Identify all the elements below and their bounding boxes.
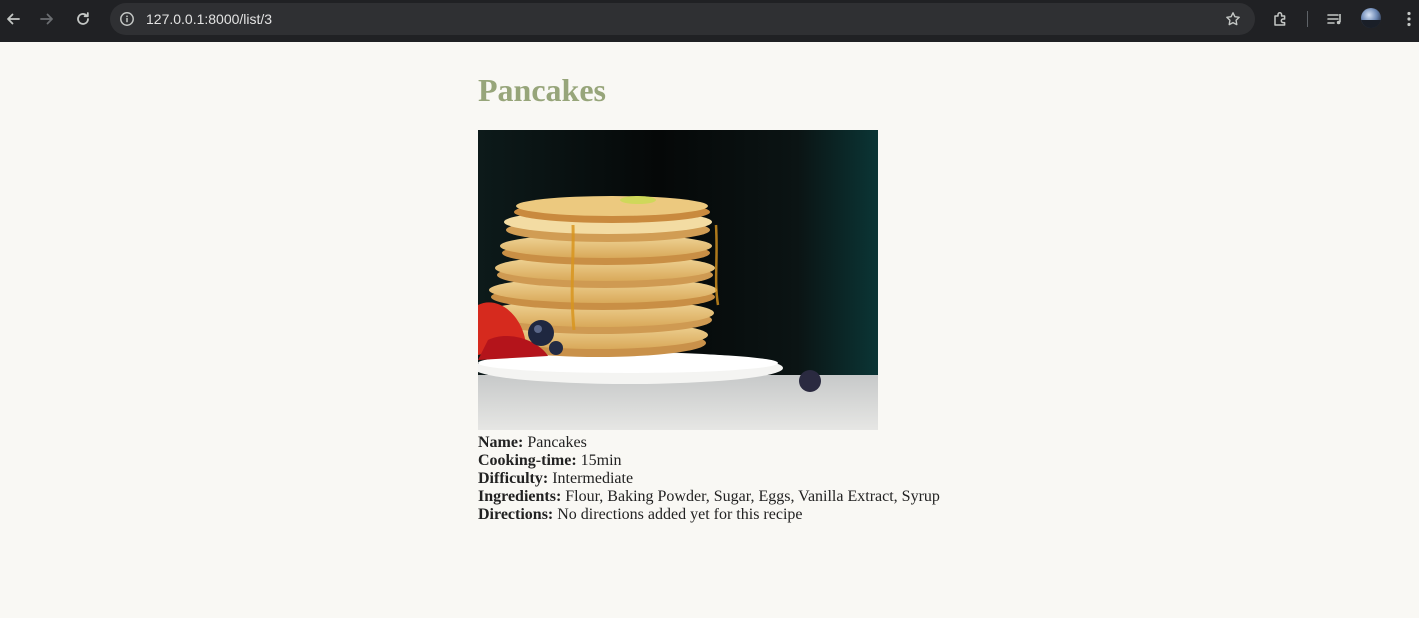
more-vert-icon [1406,10,1412,33]
detail-ingredients: Ingredients: Flour, Baking Powder, Sugar… [478,488,1178,506]
recipe-image [478,130,878,430]
address-bar[interactable]: 127.0.0.1:8000/list/3 [110,3,1255,35]
detail-value: Intermediate [552,470,634,487]
detail-cooking-time: Cooking-time: 15min [478,452,1178,470]
detail-label: Cooking-time: [478,452,577,469]
detail-value: No directions added yet for this recipe [557,506,803,523]
forward-button[interactable] [34,8,60,34]
detail-label: Difficulty: [478,470,549,487]
playlist-icon [1326,10,1344,33]
detail-difficulty: Difficulty: Intermediate [478,470,1178,488]
detail-label: Directions: [478,506,554,523]
browser-toolbar: 127.0.0.1:8000/list/3 [0,0,1419,42]
back-button[interactable] [0,8,26,34]
extensions-button[interactable] [1268,8,1294,34]
reload-button[interactable] [70,8,96,34]
puzzle-icon [1272,10,1290,33]
detail-label: Ingredients: [478,488,562,505]
detail-label: Name: [478,434,524,451]
detail-value: Pancakes [527,434,587,451]
detail-value: 15min [580,452,622,469]
media-controls-button[interactable] [1322,8,1348,34]
arrow-right-icon [39,11,55,32]
detail-value: Flour, Baking Powder, Sugar, Eggs, Vanil… [565,488,940,505]
browser-menu-button[interactable] [1396,8,1419,34]
url-text[interactable]: 127.0.0.1:8000/list/3 [146,10,272,28]
bookmark-star-icon[interactable] [1223,9,1243,29]
profile-avatar[interactable] [1361,8,1381,28]
page-title: Pancakes [478,72,606,108]
toolbar-divider [1307,11,1308,27]
arrow-left-icon [5,11,21,32]
reload-icon [75,11,91,32]
detail-directions: Directions: No directions added yet for … [478,506,1178,524]
site-info-icon[interactable] [118,10,136,28]
detail-name: Name: Pancakes [478,434,1178,452]
recipe-details: Name: Pancakes Cooking-time: 15min Diffi… [478,434,1178,524]
